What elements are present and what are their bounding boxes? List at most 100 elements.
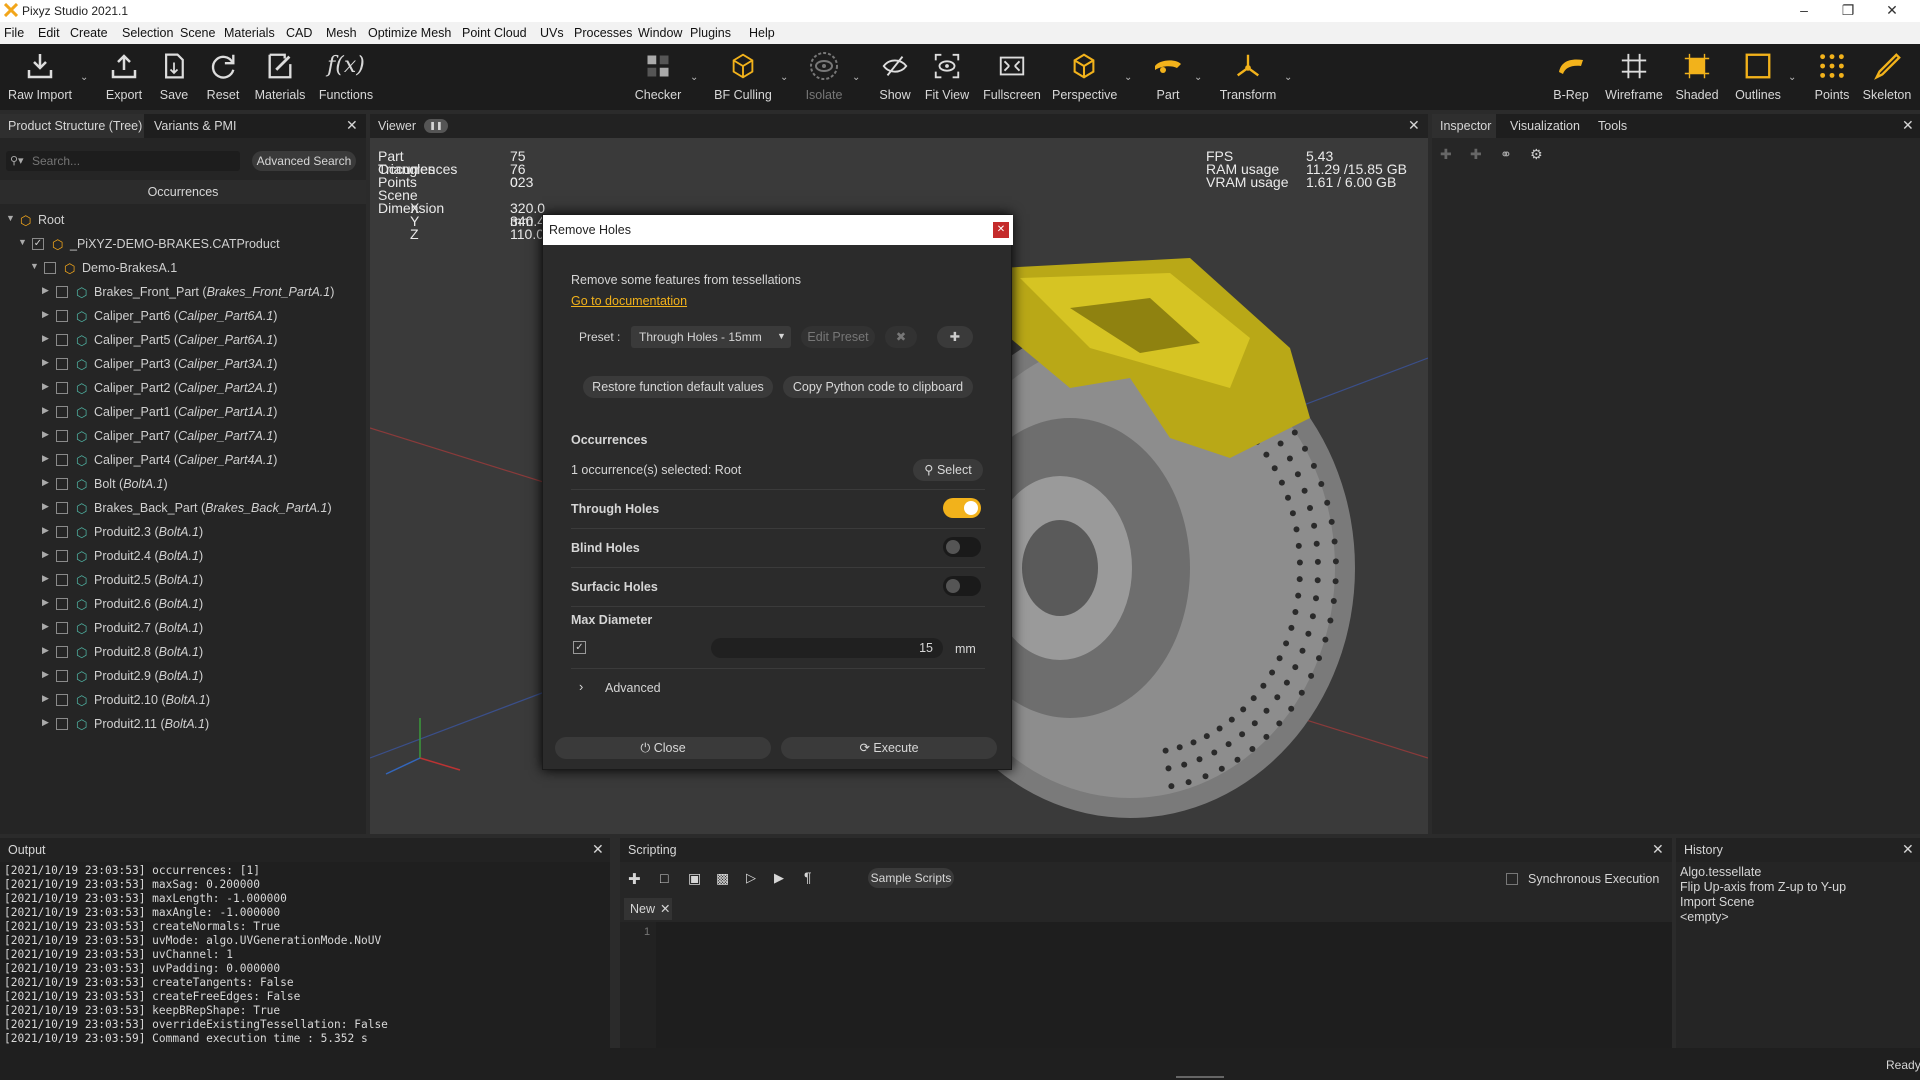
bf-culling-button[interactable]: BF Culling bbox=[712, 44, 774, 110]
reset-button[interactable]: Reset bbox=[202, 44, 244, 110]
menu-item-window[interactable]: Window bbox=[638, 26, 682, 40]
tree-row[interactable]: ▼ ⬡ Root bbox=[0, 208, 366, 232]
chevron-icon[interactable]: ▶ bbox=[42, 453, 49, 464]
script-editor[interactable] bbox=[656, 922, 1672, 1048]
skeleton-button[interactable]: Skeleton bbox=[1862, 44, 1912, 110]
visibility-checkbox[interactable] bbox=[56, 622, 68, 634]
close-icon[interactable]: ✕ bbox=[346, 117, 358, 134]
chevron-icon[interactable]: ▶ bbox=[42, 621, 49, 632]
history-item[interactable]: Algo.tessellate bbox=[1680, 865, 1846, 880]
max-diameter-checkbox[interactable]: ✓ bbox=[573, 641, 586, 654]
visibility-checkbox[interactable] bbox=[56, 430, 68, 442]
history-item[interactable]: Import Scene bbox=[1680, 895, 1846, 910]
tree-row[interactable]: ▶ ⬡ Produit2.5 (BoltA.1) bbox=[0, 568, 366, 592]
tree-row[interactable]: ▶ ⬡ Produit2.7 (BoltA.1) bbox=[0, 616, 366, 640]
chevron-down-icon[interactable]: ⌄ bbox=[1124, 72, 1132, 83]
tree-row[interactable]: ▶ ⬡ Produit2.6 (BoltA.1) bbox=[0, 592, 366, 616]
visibility-checkbox[interactable] bbox=[56, 694, 68, 706]
isolate-button[interactable]: Isolate bbox=[800, 44, 848, 110]
visibility-checkbox[interactable] bbox=[56, 646, 68, 658]
menu-item-selection[interactable]: Selection bbox=[122, 26, 173, 40]
menu-item-scene[interactable]: Scene bbox=[180, 26, 215, 40]
chevron-icon[interactable]: ▶ bbox=[42, 429, 49, 440]
close-icon[interactable]: ✕ bbox=[592, 841, 604, 858]
tree-row[interactable]: ▼ ⬡ Demo-BrakesA.1 bbox=[0, 256, 366, 280]
transform-button[interactable]: Transform bbox=[1216, 44, 1280, 110]
chevron-icon[interactable]: ▶ bbox=[42, 381, 49, 392]
visibility-checkbox[interactable] bbox=[56, 718, 68, 730]
export-button[interactable]: Export bbox=[100, 44, 148, 110]
shaded-button[interactable]: Shaded bbox=[1670, 44, 1724, 110]
resize-handle[interactable] bbox=[1176, 1076, 1224, 1078]
tree-row[interactable]: ▶ ⬡ Caliper_Part7 (Caliper_Part7A.1) bbox=[0, 424, 366, 448]
menu-item-file[interactable]: File bbox=[4, 26, 24, 40]
chevron-icon[interactable]: ▶ bbox=[42, 501, 49, 512]
part-button[interactable]: Part bbox=[1148, 44, 1188, 110]
blind-holes-toggle[interactable] bbox=[943, 537, 981, 557]
perspective-button[interactable]: Perspective bbox=[1052, 44, 1117, 110]
settings-gear-icon[interactable]: ⚙ bbox=[1530, 146, 1543, 163]
chevron-down-icon[interactable]: ⌄ bbox=[1284, 72, 1292, 83]
visibility-checkbox[interactable] bbox=[56, 502, 68, 514]
menu-item-create[interactable]: Create bbox=[70, 26, 108, 40]
close-window-icon[interactable]: ✕ bbox=[1872, 2, 1912, 19]
tree-row[interactable]: ▶ ⬡ Caliper_Part6 (Caliper_Part6A.1) bbox=[0, 304, 366, 328]
tab-inspector[interactable]: Inspector bbox=[1432, 114, 1496, 138]
history-item[interactable]: <empty> bbox=[1680, 910, 1846, 925]
tree-row[interactable]: ▶ ⬡ Caliper_Part5 (Caliper_Part6A.1) bbox=[0, 328, 366, 352]
tab-variants-pmi[interactable]: Variants & PMI bbox=[154, 119, 236, 133]
chevron-icon[interactable]: ▶ bbox=[42, 645, 49, 656]
tree-row[interactable]: ▶ ⬡ Caliper_Part1 (Caliper_Part1A.1) bbox=[0, 400, 366, 424]
visibility-checkbox[interactable] bbox=[56, 670, 68, 682]
chevron-icon[interactable]: ▶ bbox=[42, 549, 49, 560]
search-input[interactable] bbox=[32, 153, 232, 169]
close-button[interactable]: ⏻ Close bbox=[555, 737, 771, 759]
tree-row[interactable]: ▶ ⬡ Produit2.11 (BoltA.1) bbox=[0, 712, 366, 736]
chevron-icon[interactable]: ▶ bbox=[42, 285, 49, 296]
chevron-icon[interactable]: ▶ bbox=[42, 573, 49, 584]
materials-button[interactable]: Materials bbox=[252, 44, 308, 110]
visibility-checkbox[interactable] bbox=[56, 310, 68, 322]
tab-scripting[interactable]: Scripting bbox=[628, 843, 677, 857]
visibility-checkbox[interactable] bbox=[56, 358, 68, 370]
save-script-icon[interactable]: ▣ bbox=[688, 870, 701, 887]
tab-visualization[interactable]: Visualization bbox=[1510, 119, 1580, 133]
save-button[interactable]: Save bbox=[154, 44, 194, 110]
close-dialog-icon[interactable]: ✕ bbox=[993, 222, 1009, 238]
run-selection-icon[interactable]: ▶ bbox=[774, 870, 784, 886]
functions-button[interactable]: f(x) Functions bbox=[318, 44, 374, 110]
chevron-icon[interactable]: ▼ bbox=[6, 213, 15, 223]
chevron-icon[interactable]: ▶ bbox=[42, 693, 49, 704]
tree-row[interactable]: ▶ ⬡ Caliper_Part2 (Caliper_Part2A.1) bbox=[0, 376, 366, 400]
close-icon[interactable]: ✕ bbox=[1408, 117, 1420, 134]
delete-preset-icon[interactable]: ✖ bbox=[885, 326, 917, 348]
checker-button[interactable]: Checker bbox=[632, 44, 684, 110]
restore-icon[interactable]: ❐ bbox=[1828, 2, 1868, 19]
close-icon[interactable]: ✕ bbox=[1652, 841, 1664, 858]
select-button[interactable]: ⚲ Select bbox=[913, 459, 983, 481]
link-nodes-icon[interactable]: ⚭ bbox=[1500, 146, 1512, 163]
advanced-section-toggle[interactable]: Advanced bbox=[605, 681, 661, 695]
tree-row[interactable]: ▶ ⬡ Caliper_Part4 (Caliper_Part4A.1) bbox=[0, 448, 366, 472]
chevron-icon[interactable]: ▶ bbox=[42, 525, 49, 536]
tab-history[interactable]: History bbox=[1684, 843, 1723, 857]
menu-item-cad[interactable]: CAD bbox=[286, 26, 312, 40]
tree-row[interactable]: ▶ ⬡ Bolt (BoltA.1) bbox=[0, 472, 366, 496]
add-preset-icon[interactable]: ✚ bbox=[937, 326, 973, 348]
search-box[interactable]: ⚲▾ bbox=[6, 151, 240, 171]
visibility-checkbox[interactable] bbox=[56, 334, 68, 346]
chevron-icon[interactable]: ▶ bbox=[42, 717, 49, 728]
visibility-checkbox[interactable] bbox=[56, 598, 68, 610]
menu-item-processes[interactable]: Processes bbox=[574, 26, 632, 40]
chevron-down-icon[interactable]: ⌄ bbox=[1194, 72, 1202, 83]
visibility-checkbox[interactable] bbox=[56, 550, 68, 562]
surfacic-holes-toggle[interactable] bbox=[943, 576, 981, 596]
menu-item-materials[interactable]: Materials bbox=[224, 26, 275, 40]
visibility-checkbox[interactable] bbox=[56, 526, 68, 538]
fit-view-button[interactable]: Fit View bbox=[924, 44, 970, 110]
chevron-icon[interactable]: ▶ bbox=[42, 669, 49, 680]
tab-viewer[interactable]: Viewer bbox=[378, 119, 416, 133]
minimize-icon[interactable]: – bbox=[1784, 2, 1824, 18]
close-icon[interactable]: ✕ bbox=[1902, 841, 1914, 858]
execute-button[interactable]: ⟳ Execute bbox=[781, 737, 997, 759]
